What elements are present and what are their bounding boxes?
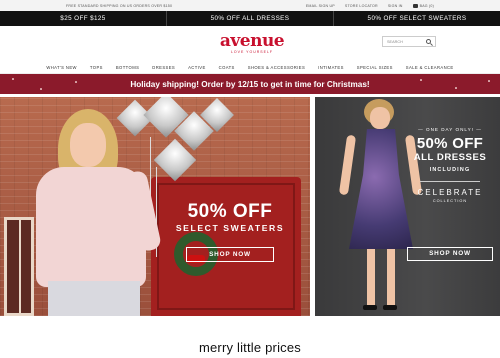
utility-links: Email sign up Store locator Sign in Bag …: [306, 4, 434, 8]
hero-dresses-kicker: — One day only! —: [418, 127, 482, 132]
hero-dresses-including: INCLUDING: [429, 167, 471, 173]
nav-item-dresses[interactable]: Dresses: [152, 65, 175, 70]
sparkle-decoration: [12, 78, 14, 80]
nav-item-intimates[interactable]: Intimates: [318, 65, 344, 70]
bag-label: Bag (0): [419, 3, 434, 8]
avenue-logo[interactable]: avenue Love yourself: [212, 31, 292, 55]
sign-in-link[interactable]: Sign in: [388, 4, 403, 8]
hero-dresses-caption: — One day only! — 50% OFF ALL DRESSES IN…: [403, 127, 497, 203]
hero-sweaters-caption: 50% OFF SELECT SWEATERS: [165, 201, 295, 233]
sparkle-decoration: [455, 87, 457, 89]
shop-now-dresses-button[interactable]: Shop Now: [407, 247, 493, 261]
hero-sweaters-headline: 50% OFF: [187, 201, 273, 222]
main-nav: What's New Tops Bottoms Dresses Active C…: [0, 61, 500, 74]
sparkle-decoration: [40, 88, 42, 90]
hero-dresses-subhead: ALL DRESSES: [413, 152, 487, 163]
section-headline: merry little prices: [198, 340, 302, 355]
nav-item-tops[interactable]: Tops: [90, 65, 103, 70]
logo-wordmark: avenue: [219, 31, 285, 51]
promo-item[interactable]: $25 OFF $125: [0, 11, 167, 26]
hero-dresses-headline: 50% OFF: [416, 135, 484, 152]
shopping-bag-icon: [412, 3, 418, 8]
nav-item-shoes-accessories[interactable]: Shoes & Accessories: [248, 65, 305, 70]
sparkle-decoration: [75, 81, 77, 83]
shop-now-sweaters-button[interactable]: Shop Now: [186, 247, 274, 262]
collection-name: CELEBRATE: [417, 188, 483, 197]
divider: [420, 181, 480, 182]
sparkle-decoration: [488, 80, 490, 82]
email-signup-link[interactable]: Email sign up: [306, 4, 335, 8]
holiday-banner-text: Holiday shipping! Order by 12/15 to get …: [130, 79, 370, 89]
search-input[interactable]: Search: [382, 36, 436, 47]
promo-strip: $25 OFF $125 50% OFF ALL DRESSES 50% OFF…: [0, 11, 500, 26]
store-locator-link[interactable]: Store locator: [345, 4, 378, 8]
bag-link[interactable]: Bag (0): [412, 3, 434, 8]
promo-item[interactable]: 50% OFF ALL DRESSES: [167, 11, 334, 26]
nav-item-whats-new[interactable]: What's New: [46, 65, 77, 70]
search-placeholder: Search: [387, 40, 403, 44]
search-icon[interactable]: [426, 39, 431, 44]
sparkle-decoration: [420, 79, 422, 81]
model-photo-sweater: [28, 109, 168, 316]
utility-bar: Free standard shipping on US orders over…: [0, 0, 500, 11]
nav-item-active[interactable]: Active: [188, 65, 206, 70]
hero-sweaters[interactable]: 50% OFF SELECT SWEATERS: [0, 97, 310, 316]
site-header: avenue Love yourself Search: [0, 26, 500, 61]
nav-item-bottoms[interactable]: Bottoms: [116, 65, 139, 70]
nav-item-special-sizes[interactable]: Special Sizes: [357, 65, 393, 70]
hero-dresses[interactable]: — One day only! — 50% OFF ALL DRESSES IN…: [315, 97, 500, 316]
promo-item[interactable]: 50% OFF SELECT SWEATERS: [334, 11, 500, 26]
holiday-shipping-banner[interactable]: Holiday shipping! Order by 12/15 to get …: [0, 74, 500, 94]
nav-item-sale-clearance[interactable]: Sale & Clearance: [406, 65, 454, 70]
shipping-note: Free standard shipping on US orders over…: [66, 3, 173, 8]
collection-label: Collection: [432, 199, 468, 203]
hero-sweaters-subhead: SELECT SWEATERS: [175, 223, 285, 233]
nav-item-coats[interactable]: Coats: [219, 65, 235, 70]
